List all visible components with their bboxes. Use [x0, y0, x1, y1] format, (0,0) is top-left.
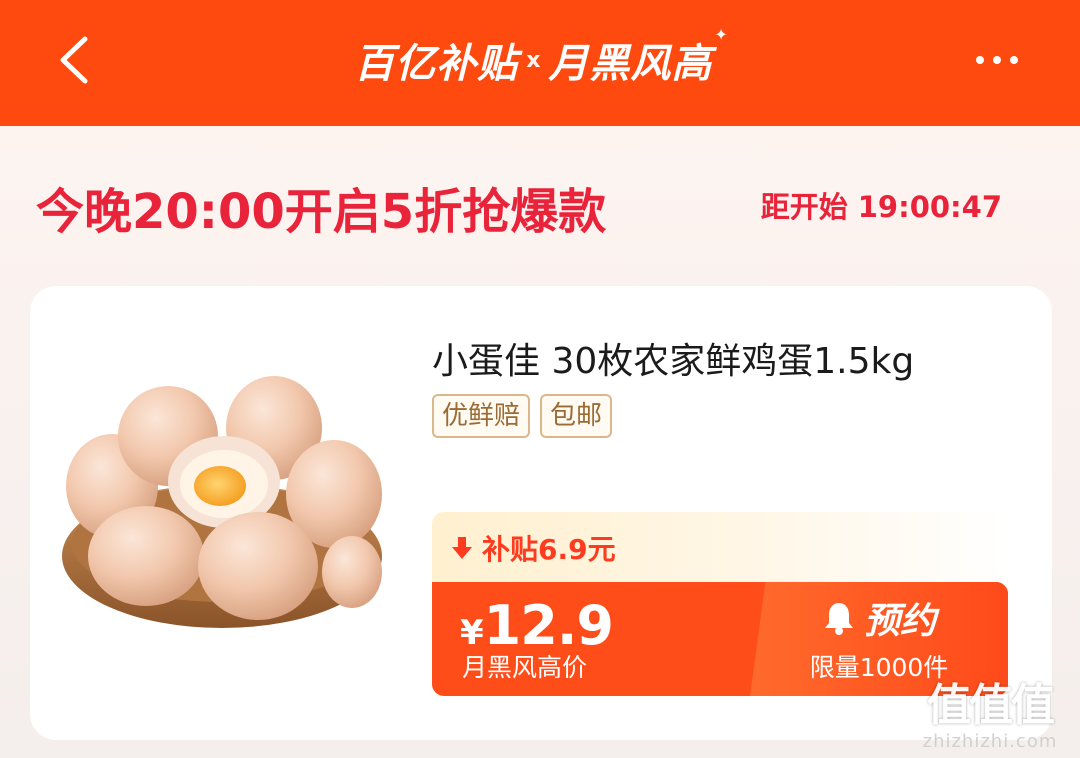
watermark-url: zhizhizhi.com	[922, 731, 1058, 752]
countdown: 距开始 19:00:47	[761, 184, 1002, 226]
more-dot-icon	[976, 56, 984, 64]
price-label: 月黑风高价	[462, 653, 588, 682]
eggs-in-bowl-image[interactable]	[52, 356, 392, 646]
site-watermark: 值值值 zhizhizhi.com	[910, 680, 1070, 753]
watermark-logo: 值值值	[927, 680, 1055, 731]
countdown-label: 距开始	[760, 190, 848, 224]
more-dot-icon	[993, 56, 1001, 64]
subsidy-label: 补贴6.9元	[482, 533, 616, 566]
logo-separator: x	[526, 47, 541, 73]
reserve-button[interactable]: 预约 限量1000件	[750, 582, 1008, 696]
flash-sale-panel: 今晚20:00开启5折抢爆款 距开始 19:00:47 小蛋佳 30枚农家鲜鸡蛋…	[0, 126, 1080, 758]
promo-title: 今晚20:00开启5折抢爆款	[36, 184, 607, 240]
limit-label: 限量1000件	[809, 653, 949, 682]
top-nav-bar: 百亿补贴 x 月黑风高 ✦	[0, 0, 1080, 126]
logo-dark-night: 月黑风高	[548, 41, 713, 87]
product-card[interactable]: 小蛋佳 30枚农家鲜鸡蛋1.5kg 优鲜赔 包邮 补贴6.9元 ¥12.9 月黑…	[30, 286, 1052, 740]
currency-symbol: ¥	[460, 613, 484, 653]
price-bar: ¥12.9 月黑风高价 预约 限量1000件	[432, 582, 1008, 696]
arrow-down-icon	[452, 537, 472, 559]
logo-billion-subsidy: 百亿补贴	[354, 41, 519, 87]
reserve-label: 预约	[863, 601, 936, 642]
subsidy-info: 补贴6.9元	[450, 528, 616, 568]
subsidy-strip: 补贴6.9元	[432, 512, 1008, 582]
more-menu-button[interactable]	[962, 32, 1032, 88]
product-name[interactable]: 小蛋佳 30枚农家鲜鸡蛋1.5kg	[432, 332, 914, 384]
tag-free-shipping: 包邮	[540, 394, 613, 438]
more-dot-icon	[1010, 56, 1018, 64]
bell-icon	[824, 603, 853, 635]
campaign-logo: 百亿补贴 x 月黑风高 ✦	[0, 24, 1080, 92]
tag-fresh-guarantee: 优鲜赔	[432, 394, 531, 438]
product-tags: 优鲜赔 包邮	[432, 394, 613, 438]
countdown-time: 19:00:47	[857, 190, 1002, 224]
sparkle-icon: ✦	[714, 24, 728, 44]
reserve-top: 预约	[750, 592, 1008, 644]
